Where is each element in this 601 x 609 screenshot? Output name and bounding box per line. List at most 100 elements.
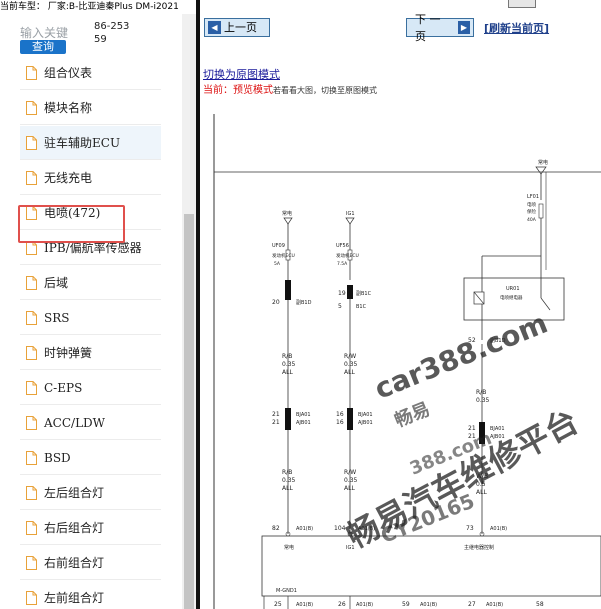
- svg-text:M-GND1: M-GND1: [276, 588, 297, 594]
- svg-text:car388.com: car388.com: [370, 306, 552, 405]
- page-nav-bar: ◀ 上一页 下 一 页 ▶ [刷新当前页]: [200, 13, 601, 43]
- sidebar-item-label: BSD: [44, 450, 71, 465]
- top-partial-button[interactable]: [508, 0, 536, 8]
- svg-text:UR01: UR01: [506, 286, 520, 292]
- svg-text:ALL: ALL: [282, 485, 293, 492]
- svg-text:25: 25: [274, 601, 282, 608]
- sidebar-item-label: 左前组合灯: [44, 591, 105, 605]
- document-icon: [26, 450, 37, 465]
- svg-text:R/B: R/B: [476, 389, 486, 396]
- svg-text:19: 19: [338, 290, 346, 297]
- svg-text:0.35: 0.35: [344, 477, 358, 484]
- left-arrow-icon: ◀: [208, 21, 221, 34]
- sidebar-item[interactable]: 组合仪表: [20, 56, 161, 90]
- svg-text:R/B: R/B: [282, 469, 292, 476]
- svg-text:0.35: 0.35: [344, 361, 358, 368]
- svg-text:畅易汽车维修平台: 畅易汽车维修平台: [340, 402, 584, 556]
- svg-text:16: 16: [336, 419, 344, 426]
- sidebar-item[interactable]: 左后组合灯: [20, 476, 161, 510]
- top-info-bar: 当前车型： 厂家:B-比亚迪秦Plus DM-i2021: [0, 0, 601, 14]
- svg-text:5: 5: [338, 303, 342, 310]
- sidebar-item[interactable]: C-EPS: [20, 371, 161, 405]
- svg-text:电喷: 电喷: [527, 201, 536, 208]
- svg-text:BJA01: BJA01: [358, 412, 373, 418]
- module-code: 86-25359: [94, 21, 130, 45]
- switch-mode-link[interactable]: 切换为原图模式: [203, 66, 280, 82]
- svg-text:ALL: ALL: [344, 369, 355, 376]
- refresh-page-link[interactable]: [刷新当前页]: [484, 20, 549, 36]
- svg-text:R/W: R/W: [344, 469, 356, 476]
- svg-text:82: 82: [272, 525, 280, 532]
- sidebar-item[interactable]: ACC/LDW: [20, 406, 161, 440]
- svg-text:A01(B): A01(B): [356, 602, 373, 608]
- svg-text:0.35: 0.35: [282, 361, 296, 368]
- next-page-button[interactable]: 下 一 页 ▶: [406, 13, 474, 43]
- column-1: 常电 UF09 发动机ECU 5A 20 副B1D R/B 0.35 ALL 2…: [272, 210, 313, 537]
- svg-text:A01(B): A01(B): [296, 602, 313, 608]
- sidebar: 输入关键 查询 86-25359 组合仪表 模块名称 驻车辅助ECU 无线充电 电喷(4…: [0, 14, 196, 609]
- sidebar-item[interactable]: 右后组合灯: [20, 511, 161, 545]
- svg-text:0.35: 0.35: [282, 477, 296, 484]
- svg-text:常电: 常电: [538, 159, 548, 166]
- svg-text:27: 27: [468, 601, 476, 608]
- svg-text:B1C: B1C: [356, 304, 367, 310]
- svg-text:ALL: ALL: [282, 369, 293, 376]
- sidebar-item[interactable]: SRS: [20, 301, 161, 335]
- search-input[interactable]: 输入关键: [20, 24, 80, 40]
- sidebar-item-label: 后域: [44, 276, 69, 290]
- module-menu: 组合仪表 模块名称 驻车辅助ECU 无线充电 电喷(472) IPB/偏航率传感器 后域 SR…: [20, 56, 161, 609]
- sidebar-item[interactable]: 驻车辅助ECU: [20, 126, 161, 160]
- svg-text:副B1C: 副B1C: [356, 290, 372, 297]
- svg-text:畅易: 畅易: [391, 398, 433, 432]
- svg-text:7.5A: 7.5A: [337, 261, 348, 267]
- svg-text:AJB01: AJB01: [358, 420, 373, 426]
- always-on-label-1: 常电: [282, 210, 292, 217]
- search-button[interactable]: 查询: [20, 40, 66, 54]
- svg-text:40A: 40A: [527, 217, 537, 223]
- sidebar-item-label: ACC/LDW: [44, 415, 105, 430]
- wiring-diagram[interactable]: 常电 UF09 发动机ECU 5A 20 副B1D R/B 0.35 ALL 2…: [200, 100, 601, 609]
- document-icon: [26, 380, 37, 395]
- sidebar-item[interactable]: 后域: [20, 266, 161, 300]
- svg-text:R/W: R/W: [344, 353, 356, 360]
- svg-text:主继电器控制: 主继电器控制: [464, 544, 494, 551]
- scrollbar-thumb[interactable]: [184, 214, 194, 609]
- mode-hint: 若看看大图，切换至原图模式: [273, 86, 377, 95]
- sidebar-scrollbar[interactable]: [182, 14, 196, 609]
- sidebar-item[interactable]: 右前组合灯: [20, 546, 161, 580]
- svg-text:16: 16: [336, 411, 344, 418]
- document-icon: [26, 275, 37, 290]
- sidebar-item[interactable]: BSD: [20, 441, 161, 475]
- selection-highlight: [18, 205, 125, 243]
- search-area: 输入关键 查询 86-25359: [0, 14, 182, 56]
- svg-text:73: 73: [466, 525, 474, 532]
- current-mode-line: 当前：预览模式若看看大图，切换至原图模式: [203, 81, 377, 96]
- document-icon: [26, 590, 37, 605]
- svg-text:IG1: IG1: [346, 211, 355, 217]
- vehicle-model-text: 当前车型： 厂家:B-比亚迪秦Plus DM-i2021: [0, 2, 179, 12]
- ecu-box: 常电 IG1 主继电器控制 M-GND1 25 A01(B) 26 A01(B)…: [261, 535, 601, 609]
- svg-text:59: 59: [402, 601, 410, 608]
- svg-text:A01(B): A01(B): [486, 602, 503, 608]
- sidebar-item[interactable]: 左前组合灯: [20, 581, 161, 609]
- document-icon: [26, 485, 37, 500]
- prev-page-button[interactable]: ◀ 上一页: [204, 18, 270, 37]
- svg-text:副B1D: 副B1D: [296, 299, 312, 306]
- svg-text:ALL: ALL: [344, 485, 355, 492]
- document-icon: [26, 65, 37, 80]
- sidebar-item[interactable]: 无线充电: [20, 161, 161, 195]
- svg-text:A01(B): A01(B): [296, 526, 313, 532]
- svg-text:21: 21: [272, 419, 280, 426]
- current-mode-prefix: 当前：: [203, 85, 233, 96]
- svg-text:AJB01: AJB01: [296, 420, 311, 426]
- sidebar-item-label: 组合仪表: [44, 66, 93, 80]
- svg-text:21: 21: [468, 425, 476, 432]
- column-2: IG1 UF56 发动机ECU 7.5A 19 副B1C 5 B1C R/W 0…: [334, 211, 375, 537]
- sidebar-item[interactable]: 模块名称: [20, 91, 161, 125]
- svg-text:发动机ECU: 发动机ECU: [336, 252, 359, 259]
- document-icon: [26, 100, 37, 115]
- svg-text:LF01: LF01: [527, 194, 539, 200]
- svg-text:电喷继电器: 电喷继电器: [500, 294, 523, 301]
- document-icon: [26, 170, 37, 185]
- sidebar-item[interactable]: 时钟弹簧: [20, 336, 161, 370]
